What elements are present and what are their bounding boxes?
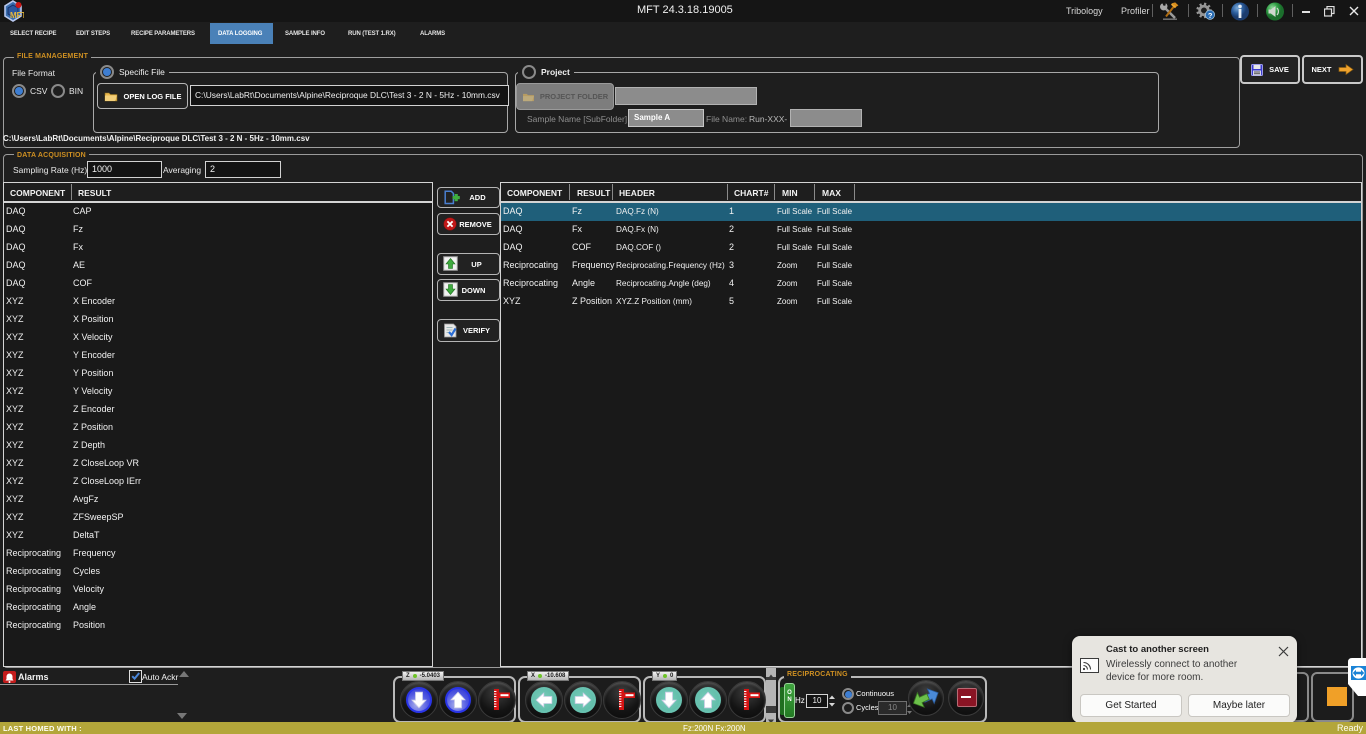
svg-text:MFT: MFT [10,11,24,20]
svg-text:?: ? [1208,11,1213,20]
